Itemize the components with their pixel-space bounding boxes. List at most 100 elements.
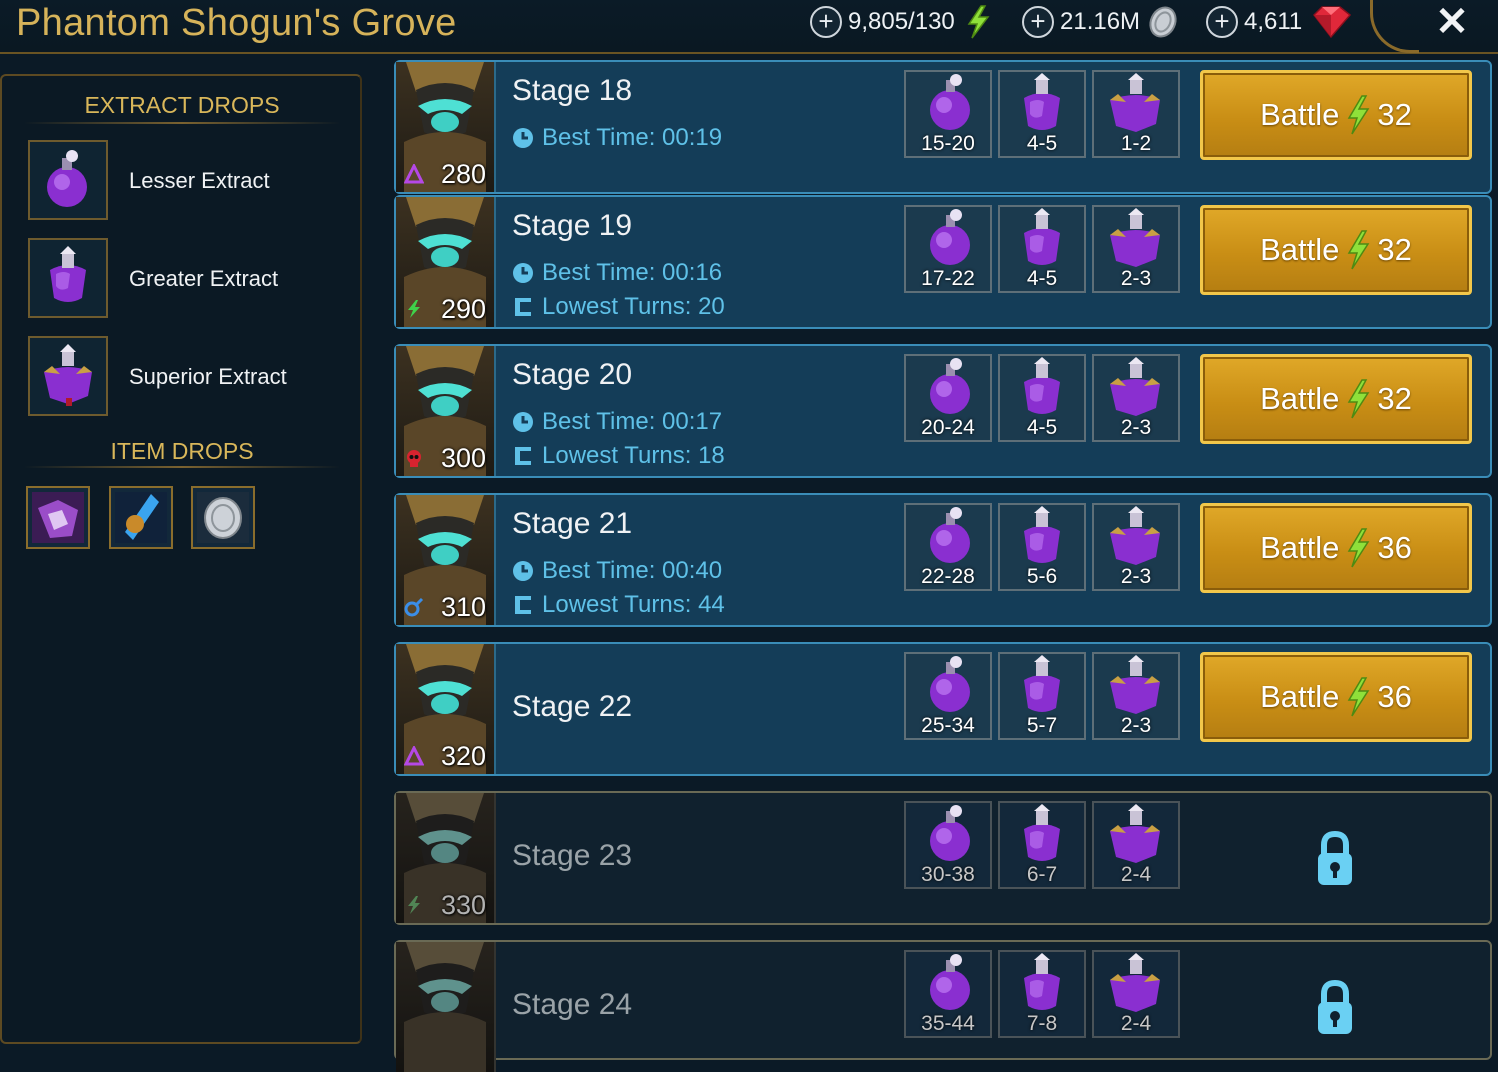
skill-tome-icon[interactable] bbox=[109, 486, 173, 549]
boss-level: 310 bbox=[440, 592, 486, 622]
drop-slot[interactable]: 2-3 bbox=[1092, 354, 1180, 442]
stage-row[interactable]: 290 Stage 19 Best Time: 00:16 Lowest Turns:… bbox=[394, 195, 1492, 329]
add-gems-button[interactable]: + bbox=[1206, 6, 1238, 38]
drop-slot[interactable]: 1-2 bbox=[1092, 70, 1180, 158]
drop-slot[interactable]: 17-22 bbox=[904, 205, 992, 293]
drop-quantity: 6-7 bbox=[1026, 863, 1058, 886]
divider bbox=[24, 466, 340, 468]
drop-slot[interactable]: 2-4 bbox=[1092, 950, 1180, 1038]
drop-quantity: 5-7 bbox=[1026, 714, 1058, 737]
drop-slot[interactable]: 5-7 bbox=[998, 652, 1086, 740]
boss-portrait: 300 bbox=[396, 346, 496, 476]
lightning-icon bbox=[1348, 677, 1370, 717]
lightning-icon bbox=[1348, 528, 1370, 568]
stage-name: Stage 20 bbox=[512, 358, 633, 391]
energy-cost: 32 bbox=[1377, 97, 1412, 132]
lesser-extract-icon bbox=[930, 507, 970, 563]
battle-button[interactable]: Battle 32 bbox=[1200, 205, 1472, 295]
decorative-arc bbox=[1370, 0, 1419, 53]
stage-row[interactable]: 300 Stage 20 Best Time: 00:17 Lowest Turns:… bbox=[394, 344, 1492, 478]
drop-slot[interactable]: 25-34 bbox=[904, 652, 992, 740]
superior-extract-icon bbox=[1110, 655, 1160, 714]
drop-slot[interactable]: 2-3 bbox=[1092, 503, 1180, 591]
drop-slot[interactable]: 6-7 bbox=[998, 801, 1086, 889]
stage-name: Stage 22 bbox=[512, 690, 633, 723]
greater-extract-icon[interactable] bbox=[28, 238, 108, 318]
drops-sidebar: EXTRACT DROPS Lesser Extract Greater Ext… bbox=[0, 74, 362, 1044]
greater-extract-icon bbox=[1024, 953, 1060, 1010]
lowest-turns-text: Lowest Turns: 18 bbox=[542, 442, 725, 469]
lesser-extract-icon bbox=[930, 954, 970, 1010]
drop-slot[interactable]: 20-24 bbox=[904, 354, 992, 442]
drop-quantity: 17-22 bbox=[921, 267, 975, 290]
clock-icon bbox=[513, 128, 533, 148]
drop-slot[interactable]: 2-3 bbox=[1092, 652, 1180, 740]
stage-row[interactable]: 280 Stage 18 Best Time: 00:19 15-20 4-5 1-2 Ba… bbox=[394, 60, 1492, 194]
drop-quantity: 20-24 bbox=[921, 416, 975, 439]
drop-slot[interactable]: 7-8 bbox=[998, 950, 1086, 1038]
close-button[interactable]: ✕ bbox=[1432, 2, 1472, 42]
best-time: Best Time: 00:40 bbox=[512, 557, 722, 585]
drop-slot[interactable]: 15-20 bbox=[904, 70, 992, 158]
drop-slot[interactable]: 4-5 bbox=[998, 70, 1086, 158]
drop-quantity: 4-5 bbox=[1026, 267, 1058, 290]
battle-button[interactable]: Battle 32 bbox=[1200, 354, 1472, 444]
battle-button[interactable]: Battle 32 bbox=[1200, 70, 1472, 160]
stage-row[interactable]: 330 Stage 23 30-38 6-7 2-4 bbox=[394, 791, 1492, 925]
gems-value: 4,611 bbox=[1244, 8, 1303, 35]
boss-level: 280 bbox=[440, 159, 486, 189]
drop-slot[interactable]: 2-3 bbox=[1092, 205, 1180, 293]
boss-portrait: 310 bbox=[396, 495, 496, 625]
boss-level: 320 bbox=[440, 741, 486, 771]
silver-value: 21.16M bbox=[1060, 8, 1141, 35]
lowest-turns: Lowest Turns: 44 bbox=[512, 591, 725, 619]
battle-label: Battle bbox=[1260, 530, 1340, 565]
force-affinity-icon bbox=[408, 896, 420, 914]
battle-button[interactable]: Battle 36 bbox=[1200, 652, 1472, 742]
greater-extract-icon bbox=[1024, 208, 1060, 265]
battle-label: Battle bbox=[1260, 232, 1340, 267]
artifact-icon[interactable] bbox=[26, 486, 90, 549]
best-time: Best Time: 00:16 bbox=[512, 259, 722, 287]
clock-icon bbox=[513, 263, 533, 283]
drop-slot[interactable]: 30-38 bbox=[904, 801, 992, 889]
boss-portrait: 290 bbox=[396, 197, 496, 327]
drop-slot[interactable]: 35-44 bbox=[904, 950, 992, 1038]
lesser-extract-icon[interactable] bbox=[28, 140, 108, 220]
stage-name: Stage 19 bbox=[512, 209, 633, 242]
stage-row[interactable]: Stage 24 35-44 7-8 2-4 bbox=[394, 940, 1492, 1072]
superior-extract-icon bbox=[1110, 73, 1160, 132]
add-silver-button[interactable]: + bbox=[1022, 6, 1054, 38]
drop-slot[interactable]: 4-5 bbox=[998, 205, 1086, 293]
drop-quantity: 15-20 bbox=[921, 132, 975, 155]
magic-affinity-icon bbox=[404, 164, 424, 184]
extract-drops-heading: EXTRACT DROPS bbox=[84, 92, 280, 118]
lesser-extract-icon bbox=[930, 656, 970, 712]
drop-quantity: 25-34 bbox=[921, 714, 975, 737]
battle-button[interactable]: Battle 36 bbox=[1200, 503, 1472, 593]
drop-slot[interactable]: 5-6 bbox=[998, 503, 1086, 591]
hourglass-icon bbox=[515, 447, 531, 465]
divider bbox=[24, 122, 340, 124]
drop-slot[interactable]: 22-28 bbox=[904, 503, 992, 591]
lightning-icon bbox=[1348, 95, 1370, 135]
battle-label: Battle bbox=[1260, 97, 1340, 132]
best-time-text: Best Time: 00:16 bbox=[542, 259, 723, 286]
stage-row[interactable]: 320 Stage 22 25-34 5-7 2-3 Battle 36 bbox=[394, 642, 1492, 776]
silver-coin-icon[interactable] bbox=[191, 486, 255, 549]
lowest-turns-text: Lowest Turns: 20 bbox=[542, 293, 725, 320]
lowest-turns: Lowest Turns: 20 bbox=[512, 293, 725, 321]
superior-extract-icon bbox=[1110, 357, 1160, 416]
lightning-icon bbox=[967, 5, 990, 39]
clock-icon bbox=[513, 412, 533, 432]
drop-slot[interactable]: 2-4 bbox=[1092, 801, 1180, 889]
add-energy-button[interactable]: + bbox=[810, 6, 842, 38]
lesser-extract-icon bbox=[930, 209, 970, 265]
superior-extract-icon bbox=[1110, 208, 1160, 267]
drop-slot[interactable]: 4-5 bbox=[998, 354, 1086, 442]
stage-row[interactable]: 310 Stage 21 Best Time: 00:40 Lowest Turns:… bbox=[394, 493, 1492, 627]
drop-quantity: 22-28 bbox=[921, 565, 975, 588]
silver-coin-icon bbox=[1149, 6, 1177, 38]
boss-level: 330 bbox=[440, 890, 486, 920]
superior-extract-icon[interactable] bbox=[28, 336, 108, 416]
